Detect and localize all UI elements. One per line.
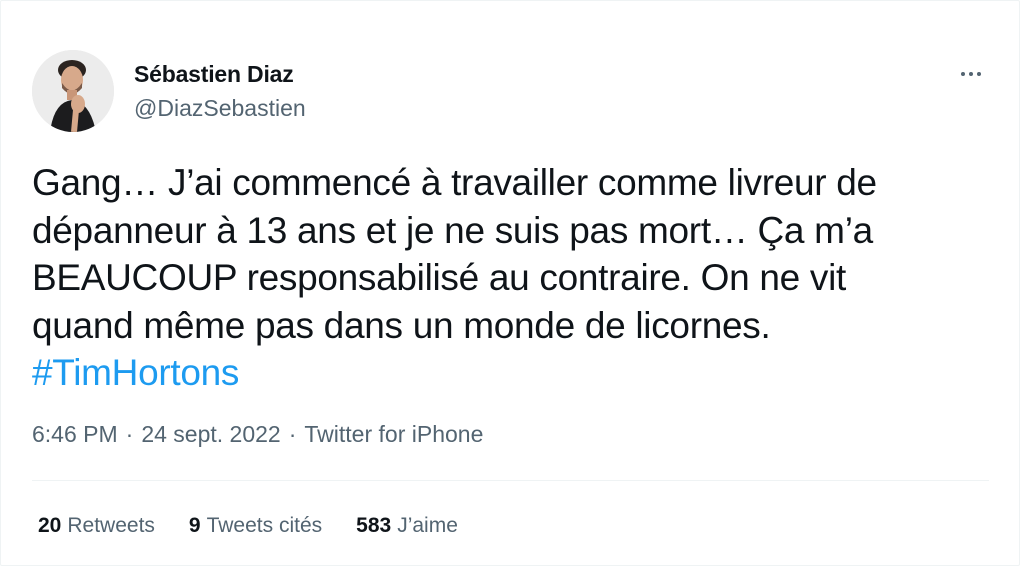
meta-separator: · — [125, 421, 134, 447]
meta-separator: · — [288, 421, 297, 447]
more-horizontal-icon-dot — [977, 72, 981, 76]
retweets-stat[interactable]: 20 Retweets — [38, 512, 155, 540]
avatar[interactable] — [32, 50, 114, 132]
more-horizontal-icon — [961, 72, 965, 76]
hashtag-link[interactable]: #TimHortons — [32, 349, 972, 397]
author-handle[interactable]: @DiazSebastien — [134, 94, 306, 122]
retweets-label: Retweets — [67, 514, 155, 537]
quote-tweets-label: Tweets cités — [206, 514, 323, 537]
tweet-text-line: dépanneur à 13 ans et je ne suis pas mor… — [32, 209, 873, 251]
quote-tweets-stat[interactable]: 9 Tweets cités — [189, 512, 322, 540]
tweet-stats: 20 Retweets 9 Tweets cités 583 J’aime — [38, 512, 458, 540]
tweet-time[interactable]: 6:46 PM — [32, 421, 118, 447]
retweets-count: 20 — [38, 514, 62, 537]
tweet-header: Sébastien Diaz @DiazSebastien — [32, 50, 995, 134]
tweet-text-line: Gang… J’ai commencé à travailler comme l… — [32, 162, 877, 203]
tweet-card: Sébastien Diaz @DiazSebastien Gang… J’ai… — [0, 0, 1020, 566]
quote-tweets-count: 9 — [188, 514, 201, 537]
tweet-text-line: BEAUCOUP responsabilisé au contraire. On… — [32, 257, 846, 298]
likes-label: J’aime — [397, 514, 458, 537]
divider — [32, 480, 989, 481]
tweet-meta: 6:46 PM · 24 sept. 2022 · Twitter for iPhone — [32, 420, 483, 448]
tweet-date[interactable]: 24 sept. 2022 — [141, 421, 280, 447]
likes-stat[interactable]: 583 J’aime — [356, 512, 458, 540]
avatar-image — [32, 50, 114, 132]
tweet-text: Gang… J’ai commencé à travailler comme l… — [32, 159, 972, 397]
likes-count: 583 — [356, 514, 392, 537]
more-options-button[interactable] — [951, 62, 991, 86]
more-horizontal-icon-dot — [969, 72, 973, 76]
tweet-source[interactable]: Twitter for iPhone — [304, 421, 483, 447]
author-info: Sébastien Diaz @DiazSebastien — [134, 60, 306, 122]
author-name[interactable]: Sébastien Diaz — [134, 60, 306, 88]
tweet-text-line: quand même pas dans un monde de licornes… — [32, 304, 771, 346]
